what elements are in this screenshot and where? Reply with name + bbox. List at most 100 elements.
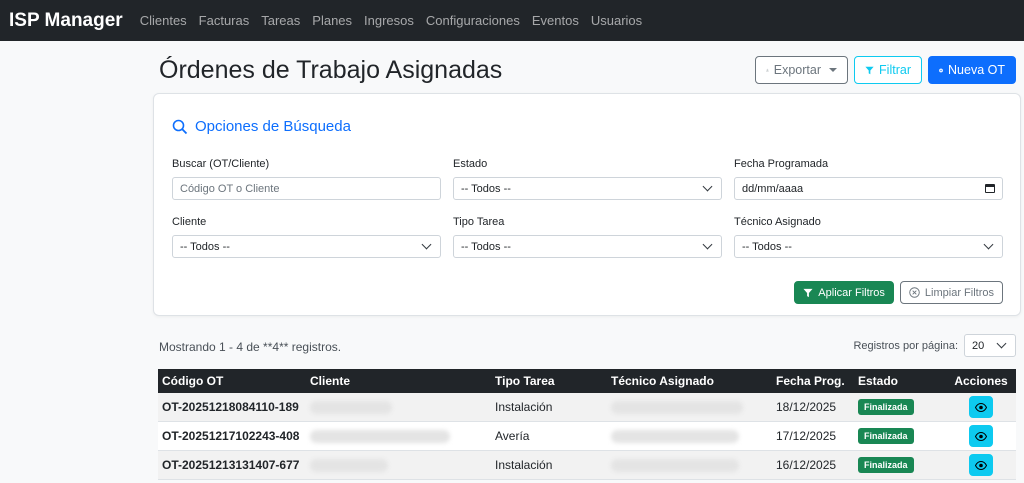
search-card-actions: Aplicar Filtros Limpiar Filtros (794, 281, 1003, 304)
field-cliente: Cliente -- Todos -- (172, 216, 441, 258)
search-input[interactable]: Código OT o Cliente (172, 177, 441, 200)
brand-logo[interactable]: ISP Manager (9, 10, 123, 32)
header-codigo[interactable]: Código OT (158, 374, 306, 388)
tipo-tarea-select[interactable]: -- Todos -- (453, 235, 722, 258)
top-navbar: ISP Manager Clientes Facturas Tareas Pla… (0, 0, 1024, 41)
cliente-select[interactable]: -- Todos -- (172, 235, 441, 258)
cell-acciones (946, 454, 1016, 476)
estado-select-value: -- Todos -- (461, 182, 511, 195)
fecha-input-value: dd/mm/aaaa (742, 182, 804, 195)
cell-fecha: 17/12/2025 (776, 429, 837, 443)
page-title: Órdenes de Trabajo Asignadas (159, 56, 503, 84)
search-input-placeholder: Código OT o Cliente (180, 182, 280, 195)
filter-button[interactable]: Filtrar (854, 56, 922, 84)
export-button-label: Exportar (773, 63, 821, 77)
estado-label: Estado (453, 158, 488, 170)
chevron-down-icon (702, 181, 713, 192)
header-acciones: Acciones (954, 374, 1008, 388)
field-fecha: Fecha Programada dd/mm/aaaa (734, 158, 1003, 200)
cell-fecha: 16/12/2025 (776, 458, 837, 472)
view-button[interactable] (969, 396, 993, 418)
nav-item-configuraciones[interactable]: Configuraciones (426, 13, 520, 28)
estado-select[interactable]: -- Todos -- (453, 177, 722, 200)
view-button[interactable] (969, 425, 993, 447)
apply-filters-button[interactable]: Aplicar Filtros (794, 281, 894, 304)
clear-filters-label: Limpiar Filtros (924, 286, 994, 299)
nav-item-planes[interactable]: Planes (312, 13, 352, 28)
filter-button-label: Filtrar (879, 63, 911, 77)
cell-tipo: Instalación (495, 458, 553, 472)
cell-estado: Finalizada (854, 428, 946, 444)
results-count: Mostrando 1 - 4 de **4** registros. (159, 340, 342, 354)
new-ot-button-label: Nueva OT (948, 63, 1005, 77)
funnel-icon (865, 66, 874, 74)
cell-cliente-redacted (306, 458, 491, 472)
per-page-select[interactable]: 20 (964, 334, 1016, 357)
cell-acciones (946, 425, 1016, 447)
export-button[interactable]: Exportar (755, 56, 848, 84)
calendar-icon[interactable] (985, 184, 995, 193)
view-button[interactable] (969, 454, 993, 476)
tecnico-select-value: -- Todos -- (742, 240, 792, 253)
cell-tecnico-redacted (607, 429, 772, 443)
cell-tecnico-redacted (607, 400, 772, 414)
fecha-label: Fecha Programada (734, 158, 829, 170)
x-circle-icon (909, 287, 920, 298)
table-header: Código OT Cliente Tipo Tarea Técnico Asi… (158, 369, 1016, 393)
per-page-value: 20 (972, 339, 985, 352)
header-actions: Exportar Filtrar Nueva OT (755, 56, 1016, 84)
new-ot-button[interactable]: Nueva OT (928, 56, 1016, 84)
table-body: OT-20251218084110-189 Instalación 18/12/… (158, 393, 1016, 480)
nav-item-tareas[interactable]: Tareas (261, 13, 300, 28)
cliente-label: Cliente (172, 216, 207, 228)
field-tecnico: Técnico Asignado -- Todos -- (734, 216, 1003, 258)
tipo-tarea-select-value: -- Todos -- (461, 240, 511, 253)
cell-codigo: OT-20251217102243-408 (162, 429, 300, 443)
nav-item-eventos[interactable]: Eventos (532, 13, 579, 28)
header-tipo-tarea[interactable]: Tipo Tarea (491, 374, 607, 388)
cell-cliente-redacted (306, 400, 491, 414)
plus-circle-icon (939, 68, 943, 72)
cell-estado: Finalizada (854, 457, 946, 473)
eye-icon (975, 431, 987, 441)
field-estado: Estado -- Todos -- (453, 158, 722, 200)
nav-item-usuarios[interactable]: Usuarios (591, 13, 642, 28)
chevron-down-icon (702, 239, 713, 250)
header-tecnico[interactable]: Técnico Asignado (607, 374, 772, 388)
nav-item-clientes[interactable]: Clientes (140, 13, 187, 28)
header-cliente[interactable]: Cliente (306, 374, 491, 388)
table-row[interactable]: OT-20251213131407-677 Instalación 16/12/… (158, 451, 1016, 480)
nav-item-ingresos[interactable]: Ingresos (364, 13, 414, 28)
per-page-control: Registros por página: 20 (853, 334, 1016, 357)
cell-tipo: Avería (495, 429, 530, 443)
chevron-down-icon (983, 239, 994, 250)
chevron-down-icon (996, 338, 1007, 349)
tecnico-select[interactable]: -- Todos -- (734, 235, 1003, 258)
tipo-tarea-label: Tipo Tarea (453, 216, 505, 228)
download-icon (766, 68, 769, 72)
table-row[interactable]: OT-20251218084110-189 Instalación 18/12/… (158, 393, 1016, 422)
header-fecha[interactable]: Fecha Prog. (772, 374, 854, 388)
clear-filters-button[interactable]: Limpiar Filtros (899, 281, 1003, 304)
nav-item-facturas[interactable]: Facturas (199, 13, 250, 28)
buscar-label: Buscar (OT/Cliente) (172, 158, 270, 170)
status-badge: Finalizada (858, 428, 914, 444)
eye-icon (975, 402, 987, 412)
apply-filters-label: Aplicar Filtros (818, 286, 885, 299)
search-options-label: Opciones de Búsqueda (195, 118, 351, 135)
eye-icon (975, 460, 987, 470)
work-orders-table: Código OT Cliente Tipo Tarea Técnico Asi… (158, 369, 1016, 480)
status-badge: Finalizada (858, 457, 914, 473)
cell-tipo: Instalación (495, 400, 553, 414)
cell-codigo: OT-20251218084110-189 (162, 400, 299, 414)
page-header: Órdenes de Trabajo Asignadas Exportar Fi… (159, 56, 1016, 86)
search-icon (172, 119, 188, 134)
header-estado[interactable]: Estado (854, 374, 946, 388)
fecha-input[interactable]: dd/mm/aaaa (734, 177, 1003, 200)
cell-tecnico-redacted (607, 458, 772, 472)
search-options-card: Opciones de Búsqueda Buscar (OT/Cliente)… (153, 93, 1021, 316)
table-row[interactable]: OT-20251217102243-408 Avería 17/12/2025 … (158, 422, 1016, 451)
cell-estado: Finalizada (854, 399, 946, 415)
cell-fecha: 18/12/2025 (776, 400, 837, 414)
chevron-down-icon (421, 239, 432, 250)
